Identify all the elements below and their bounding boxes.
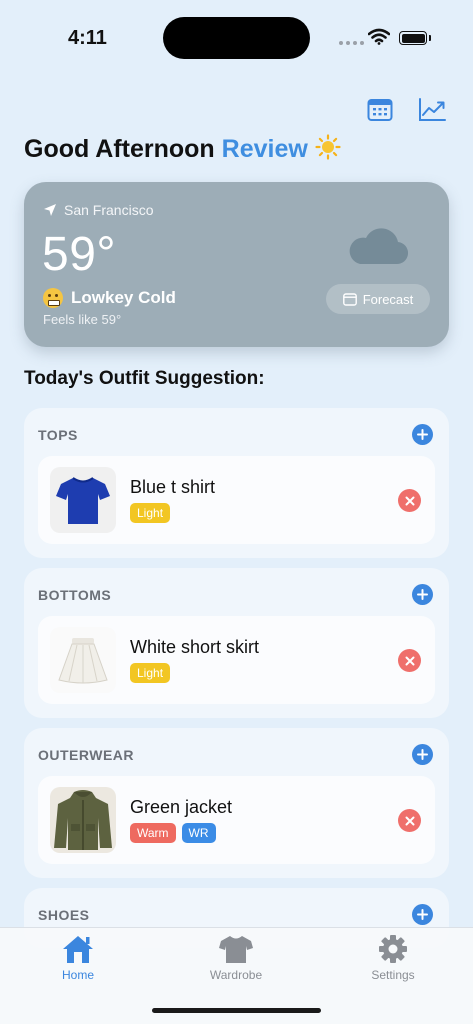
plus-icon — [417, 589, 428, 600]
add-bottoms-button[interactable] — [412, 584, 433, 605]
outfit-item[interactable]: Green jacket Warm WR — [38, 776, 435, 864]
category-label: OUTERWEAR — [38, 747, 135, 763]
item-image — [50, 627, 116, 693]
tab-wardrobe[interactable]: Wardrobe — [186, 934, 286, 982]
outfit-suggestion-title: Today's Outfit Suggestion: — [24, 368, 265, 389]
tab-label: Home — [61, 968, 94, 982]
item-tags: Warm WR — [130, 823, 216, 843]
condition-text: Lowkey Cold — [71, 288, 176, 307]
location-row: San Francisco — [43, 202, 153, 218]
item-image — [50, 467, 116, 533]
weather-card[interactable]: San Francisco 59° Lowkey Cold Feels like… — [24, 182, 449, 347]
house-icon — [63, 936, 93, 963]
plus-icon — [417, 909, 428, 920]
remove-item-button[interactable] — [398, 489, 421, 512]
location-arrow-icon — [44, 204, 56, 216]
tab-label: Wardrobe — [209, 968, 263, 982]
tshirt-icon — [219, 936, 253, 963]
close-icon — [405, 816, 414, 825]
close-icon — [405, 656, 414, 665]
dynamic-island — [163, 17, 310, 59]
category-bottoms: BOTTOMS White short skirt Light — [24, 568, 449, 718]
remove-item-button[interactable] — [398, 649, 421, 672]
outfit-item[interactable]: White short skirt Light — [38, 616, 435, 704]
calendar-icon — [342, 292, 357, 306]
signal-icon — [339, 41, 364, 45]
gear-icon — [379, 935, 407, 963]
tag-light: Light — [130, 503, 171, 523]
close-icon — [405, 496, 414, 505]
sun-icon — [315, 134, 341, 163]
add-tops-button[interactable] — [412, 424, 433, 445]
item-tags: Light — [130, 663, 171, 683]
location-name: San Francisco — [64, 202, 154, 218]
feels-like: Feels like 59° — [43, 312, 122, 327]
item-tags: Light — [130, 503, 171, 523]
item-name: Green jacket — [130, 797, 233, 817]
forecast-button[interactable]: Forecast — [326, 284, 430, 314]
plus-icon — [417, 749, 428, 760]
add-outerwear-button[interactable] — [412, 744, 433, 765]
home-indicator — [152, 1008, 321, 1013]
condition-row: Lowkey Cold — [43, 288, 176, 308]
category-label: BOTTOMS — [38, 587, 112, 603]
greeting-title: Good Afternoon Review — [24, 134, 341, 164]
wifi-icon — [367, 28, 391, 50]
battery-icon — [399, 31, 431, 45]
tag-light: Light — [130, 663, 171, 683]
status-time: 4:11 — [68, 27, 107, 49]
item-name: White short skirt — [130, 637, 260, 657]
status-bar: 4:11 — [0, 0, 473, 70]
calendar-icon — [367, 99, 393, 121]
cloud-icon — [346, 222, 409, 271]
add-shoes-button[interactable] — [412, 904, 433, 925]
temperature: 59° — [42, 228, 117, 281]
grimace-emoji-icon — [43, 288, 63, 308]
category-label: SHOES — [38, 907, 90, 923]
tab-settings[interactable]: Settings — [343, 934, 443, 982]
category-tops: TOPS Blue t shirt Light — [24, 408, 449, 558]
category-outerwear: OUTERWEAR Green jacket Warm WR — [24, 728, 449, 878]
user-name: Review — [221, 135, 308, 163]
tab-home[interactable]: Home — [28, 934, 128, 982]
chart-trend-icon — [419, 98, 446, 121]
item-image — [50, 787, 116, 853]
plus-icon — [417, 429, 428, 440]
greeting-text: Good Afternoon — [24, 135, 215, 163]
trends-button[interactable] — [416, 94, 448, 126]
forecast-label: Forecast — [362, 291, 414, 307]
item-name: Blue t shirt — [130, 477, 216, 497]
category-label: TOPS — [38, 427, 78, 443]
calendar-button[interactable] — [364, 94, 396, 126]
tag-warm: Warm — [130, 823, 176, 843]
tag-wr: WR — [181, 823, 216, 843]
remove-item-button[interactable] — [398, 809, 421, 832]
tab-label: Settings — [371, 968, 415, 982]
outfit-item[interactable]: Blue t shirt Light — [38, 456, 435, 544]
